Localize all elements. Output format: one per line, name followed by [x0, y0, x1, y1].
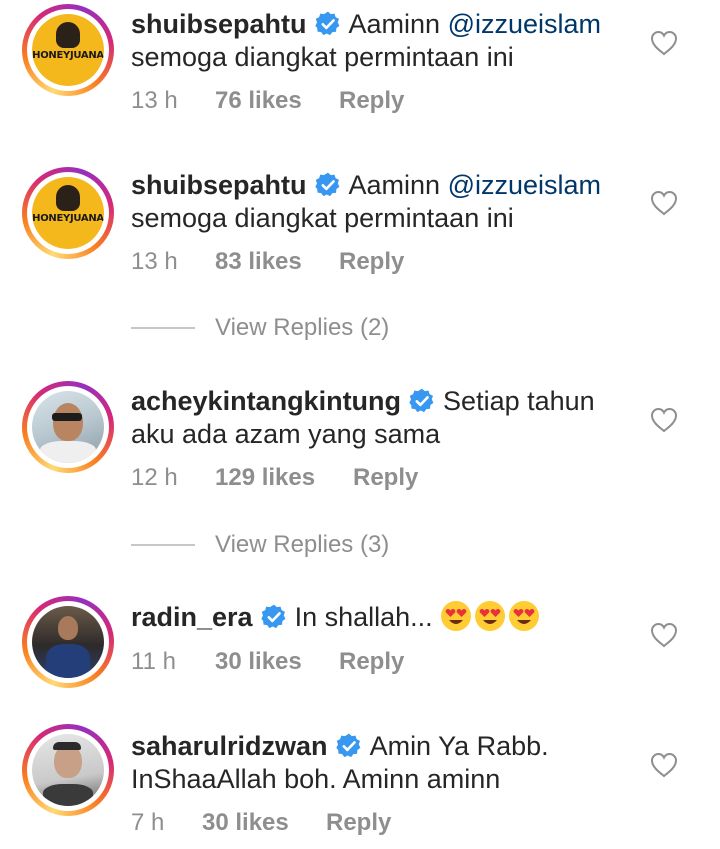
comment-text-line2: semoga diangkat permintaan ini: [131, 42, 514, 72]
avatar[interactable]: HONEYJUANA: [22, 4, 114, 96]
verified-badge-icon: [315, 11, 341, 37]
divider-line: [131, 327, 195, 329]
view-replies-label: View Replies (2): [215, 314, 390, 341]
comment-text: Amin Ya Rabb.: [369, 731, 549, 761]
comment-mention[interactable]: @izzueislam: [448, 9, 601, 39]
comment-time: 13 h: [131, 248, 178, 275]
comment-text: Setiap tahun: [443, 386, 595, 416]
comment-text: Aaminn: [348, 170, 448, 200]
verified-badge-icon: [315, 172, 341, 198]
view-replies-label: View Replies (3): [215, 531, 390, 558]
comment-username[interactable]: shuibsepahtu: [131, 9, 307, 39]
divider-line: [131, 544, 195, 546]
heart-icon[interactable]: [650, 622, 678, 648]
reply-button[interactable]: Reply: [353, 464, 418, 492]
heart-icon[interactable]: [650, 407, 678, 433]
reply-button[interactable]: Reply: [339, 87, 404, 115]
comment-time: 7 h: [131, 809, 165, 836]
view-replies-button[interactable]: View Replies (2): [131, 314, 389, 342]
comment-text-line2: InShaaAllah boh. Aminn aminn: [131, 764, 501, 794]
heart-eyes-emoji-icon: [440, 600, 472, 632]
verified-badge-icon: [261, 604, 287, 630]
comment-time: 13 h: [131, 87, 178, 114]
comment-text-line2: aku ada azam yang sama: [131, 419, 441, 449]
likes-count[interactable]: 129 likes: [215, 464, 353, 492]
likes-count[interactable]: 76 likes: [215, 87, 339, 115]
heart-icon[interactable]: [650, 752, 678, 778]
reply-button[interactable]: Reply: [339, 248, 404, 276]
heart-icon[interactable]: [650, 30, 678, 56]
comment-username[interactable]: radin_era: [131, 602, 253, 632]
verified-badge-icon: [409, 388, 435, 414]
comment-text: Aaminn: [348, 9, 448, 39]
avatar[interactable]: HONEYJUANA: [22, 167, 114, 259]
comment-text: In shallah...: [294, 602, 433, 632]
comment-username[interactable]: saharulridzwan: [131, 731, 328, 761]
likes-count[interactable]: 30 likes: [215, 648, 339, 676]
avatar[interactable]: [22, 724, 114, 816]
reply-button[interactable]: Reply: [326, 809, 391, 837]
comment-text-line2: semoga diangkat permintaan ini: [131, 203, 514, 233]
comment-mention[interactable]: @izzueislam: [448, 170, 601, 200]
likes-count[interactable]: 83 likes: [215, 248, 339, 276]
avatar-logo-text: HONEYJUANA: [32, 49, 104, 61]
avatar-logo-text: HONEYJUANA: [32, 212, 104, 224]
avatar[interactable]: [22, 381, 114, 473]
heart-eyes-emoji-icon: [508, 600, 540, 632]
heart-icon[interactable]: [650, 190, 678, 216]
heart-eyes-emoji-icon: [474, 600, 506, 632]
comment-time: 11 h: [131, 648, 176, 675]
comment-username[interactable]: acheykintangkintung: [131, 386, 401, 416]
verified-badge-icon: [336, 733, 362, 759]
avatar[interactable]: [22, 596, 114, 688]
comment-username[interactable]: shuibsepahtu: [131, 170, 307, 200]
comment-time: 12 h: [131, 464, 178, 491]
reply-button[interactable]: Reply: [339, 648, 404, 676]
likes-count[interactable]: 30 likes: [202, 809, 326, 837]
view-replies-button[interactable]: View Replies (3): [131, 531, 389, 559]
